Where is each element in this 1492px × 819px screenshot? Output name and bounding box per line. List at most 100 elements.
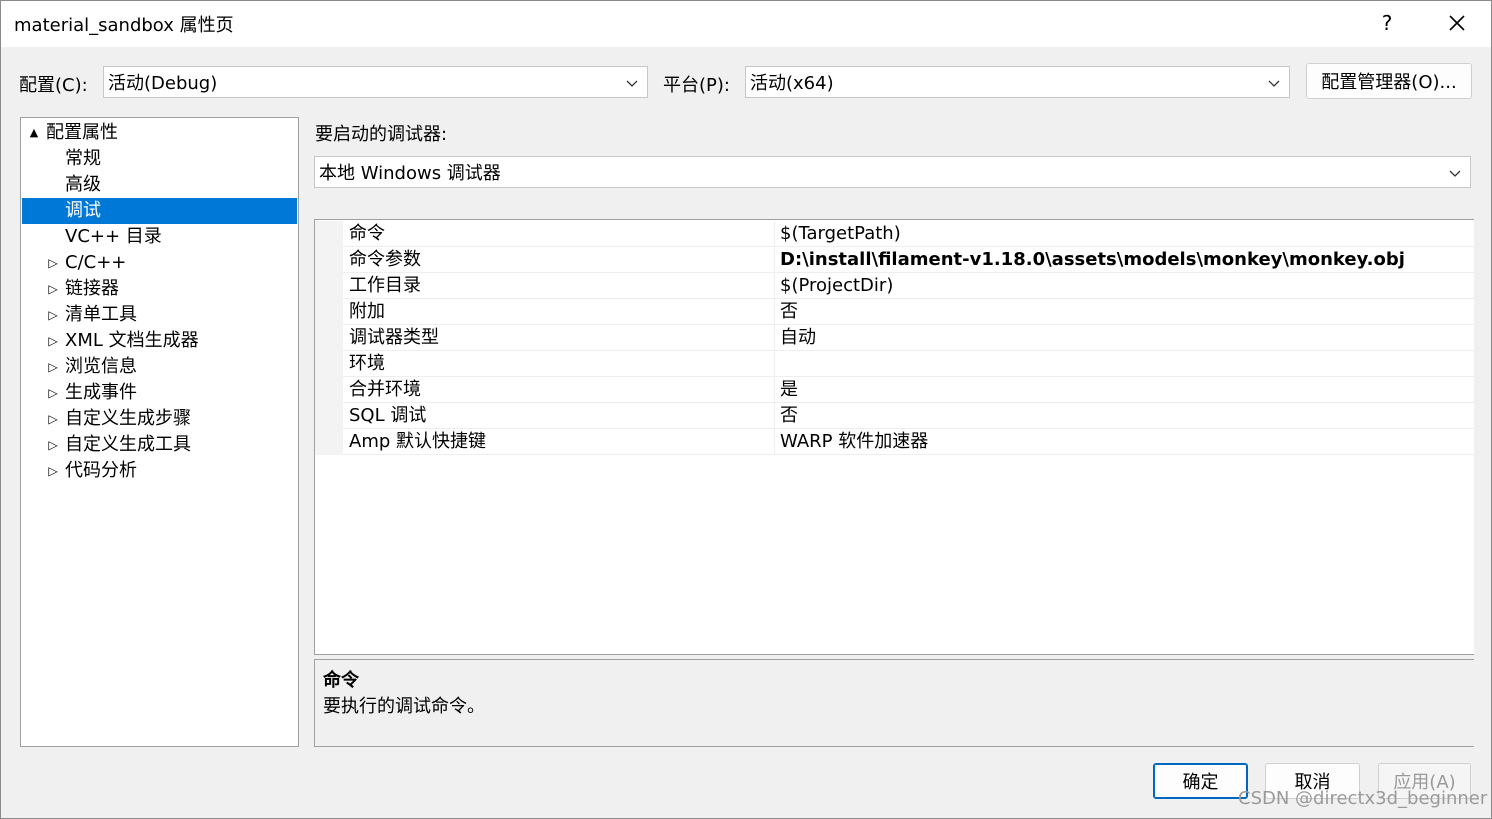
property-name: 调试器类型 [349,325,775,351]
property-name: 命令 [349,221,775,247]
help-icon: ? [1381,11,1393,35]
tree-item-manifest-tool[interactable]: ▷ 清单工具 [22,302,297,328]
watermark: CSDN @directx3d_beginner [1238,788,1488,809]
window-title: material_sandbox 属性页 [14,15,234,36]
tree-item-label: 高级 [65,174,101,195]
config-manager-button[interactable]: 配置管理器(O)... [1306,63,1472,99]
tree-item-c-cpp[interactable]: ▷ C/C++ [22,250,297,276]
row-gutter [315,429,343,455]
row-gutter [315,351,343,377]
property-value[interactable]: WARP 软件加速器 [780,429,928,455]
expand-icon[interactable]: ▷ [47,250,59,276]
tree-item-config-properties[interactable]: ▲ 配置属性 [22,120,297,146]
property-name: 命令参数 [349,247,775,273]
tree-item-label: 清单工具 [65,304,137,325]
property-name: 合并环境 [349,377,775,403]
row-gutter [315,273,343,299]
property-value[interactable]: $(TargetPath) [780,221,901,247]
expand-icon[interactable]: ▷ [47,406,59,432]
row-gutter [315,221,343,247]
tree-item-label: C/C++ [65,252,127,273]
property-row-attach[interactable]: 附加 否 [315,299,1474,325]
property-tree: ▲ 配置属性 常规 高级 调试 VC++ 目录 ▷ C/C++ ▷ 链接器 ▷ … [20,117,299,747]
tree-item-label: 自定义生成工具 [65,434,191,455]
tree-item-label: 链接器 [65,278,119,299]
chevron-down-icon [1268,80,1280,87]
expand-icon[interactable]: ▷ [47,354,59,380]
property-name: Amp 默认快捷键 [349,429,775,455]
property-value[interactable]: 否 [780,299,798,325]
tree-item-custom-build-tool[interactable]: ▷ 自定义生成工具 [22,432,297,458]
tree-item-label: 调试 [65,200,101,221]
tree-item-label: 配置属性 [46,122,118,143]
property-row-merge-environment[interactable]: 合并环境 是 [315,377,1474,403]
property-row-command-arguments[interactable]: 命令参数 D:\install\filament-v1.18.0\assets\… [315,247,1474,273]
tree-item-advanced[interactable]: 高级 [22,172,297,198]
config-select-value: 活动(Debug) [108,73,218,94]
tree-item-xml-doc-generator[interactable]: ▷ XML 文档生成器 [22,328,297,354]
expand-icon[interactable]: ▷ [47,302,59,328]
expand-icon[interactable]: ▷ [47,328,59,354]
property-row-working-directory[interactable]: 工作目录 $(ProjectDir) [315,273,1474,299]
tree-item-label: 生成事件 [65,382,137,403]
tree-item-code-analysis[interactable]: ▷ 代码分析 [22,458,297,484]
property-pages-dialog: material_sandbox 属性页 ? 配置(C): 活动(Debug) … [0,0,1492,819]
row-gutter [315,325,343,351]
property-row-environment[interactable]: 环境 [315,351,1474,377]
row-gutter [315,377,343,403]
ok-button[interactable]: 确定 [1153,763,1248,799]
tree-item-label: 自定义生成步骤 [65,408,191,429]
platform-select-value: 活动(x64) [750,73,834,94]
expand-icon[interactable]: ▷ [47,276,59,302]
tree-item-custom-build-step[interactable]: ▷ 自定义生成步骤 [22,406,297,432]
description-title: 命令 [323,670,359,691]
property-name: 附加 [349,299,775,325]
expand-icon[interactable]: ▷ [47,432,59,458]
property-value[interactable]: 否 [780,403,798,429]
close-button[interactable] [1425,1,1489,45]
row-gutter [315,299,343,325]
help-button[interactable]: ? [1355,1,1419,45]
tree-item-linker[interactable]: ▷ 链接器 [22,276,297,302]
property-value[interactable]: $(ProjectDir) [780,273,893,299]
property-value[interactable]: D:\install\filament-v1.18.0\assets\model… [780,247,1405,273]
config-label: 配置(C): [19,75,88,96]
property-value[interactable]: 自动 [780,325,816,351]
tree-item-browse-info[interactable]: ▷ 浏览信息 [22,354,297,380]
tree-item-vc-directories[interactable]: VC++ 目录 [22,224,297,250]
platform-label: 平台(P): [663,75,730,96]
chevron-down-icon [1449,170,1461,177]
property-row-sql-debugging[interactable]: SQL 调试 否 [315,403,1474,429]
row-gutter [315,247,343,273]
collapse-icon[interactable]: ▲ [28,120,40,146]
debugger-select-value: 本地 Windows 调试器 [319,163,501,184]
tree-item-build-events[interactable]: ▷ 生成事件 [22,380,297,406]
tree-item-label: 浏览信息 [65,356,137,377]
close-icon [1449,15,1465,31]
property-row-amp-default-accelerator[interactable]: Amp 默认快捷键 WARP 软件加速器 [315,429,1474,455]
property-name: SQL 调试 [349,403,775,429]
description-panel: 命令 要执行的调试命令。 [314,659,1474,747]
row-gutter [315,403,343,429]
description-body: 要执行的调试命令。 [323,696,485,717]
platform-select[interactable]: 活动(x64) [745,66,1290,98]
property-name: 环境 [349,351,775,377]
debugger-select[interactable]: 本地 Windows 调试器 [314,156,1471,188]
tree-item-debugging[interactable]: 调试 [22,198,297,224]
property-grid: 命令 $(TargetPath) 命令参数 D:\install\filamen… [314,219,1474,655]
property-row-command[interactable]: 命令 $(TargetPath) [315,221,1474,247]
tree-item-label: 代码分析 [65,460,137,481]
expand-icon[interactable]: ▷ [47,458,59,484]
tree-item-general[interactable]: 常规 [22,146,297,172]
chevron-down-icon [626,80,638,87]
tree-item-label: 常规 [65,148,101,169]
debugger-label: 要启动的调试器: [315,124,448,145]
title-bar: material_sandbox 属性页 ? [1,1,1491,47]
expand-icon[interactable]: ▷ [47,380,59,406]
config-select[interactable]: 活动(Debug) [103,66,648,98]
property-value[interactable]: 是 [780,377,798,403]
property-name: 工作目录 [349,273,775,299]
tree-item-label: VC++ 目录 [65,226,162,247]
property-row-debugger-type[interactable]: 调试器类型 自动 [315,325,1474,351]
tree-item-label: XML 文档生成器 [65,330,199,351]
